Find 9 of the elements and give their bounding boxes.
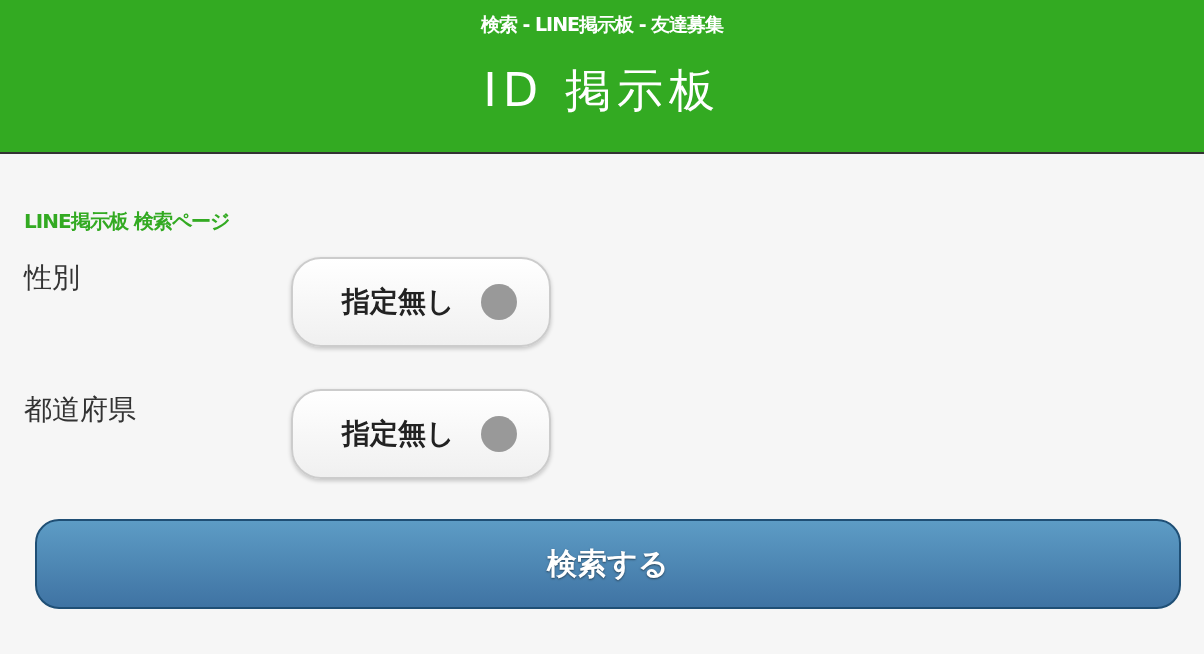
field-label: 性別 [24, 260, 81, 296]
field-label: 都道府県 [24, 392, 137, 428]
site-subtitle: 検索 - LINE掲示板 - 友達募集 [480, 12, 724, 37]
select-button[interactable]: 指定無し [291, 257, 551, 347]
page-heading: LINE掲示板 検索ページ [24, 208, 230, 235]
circle-icon [480, 416, 517, 452]
select-button[interactable]: 指定無し [291, 389, 551, 479]
search-button[interactable]: 検索する [35, 519, 1181, 609]
circle-icon [480, 284, 517, 320]
